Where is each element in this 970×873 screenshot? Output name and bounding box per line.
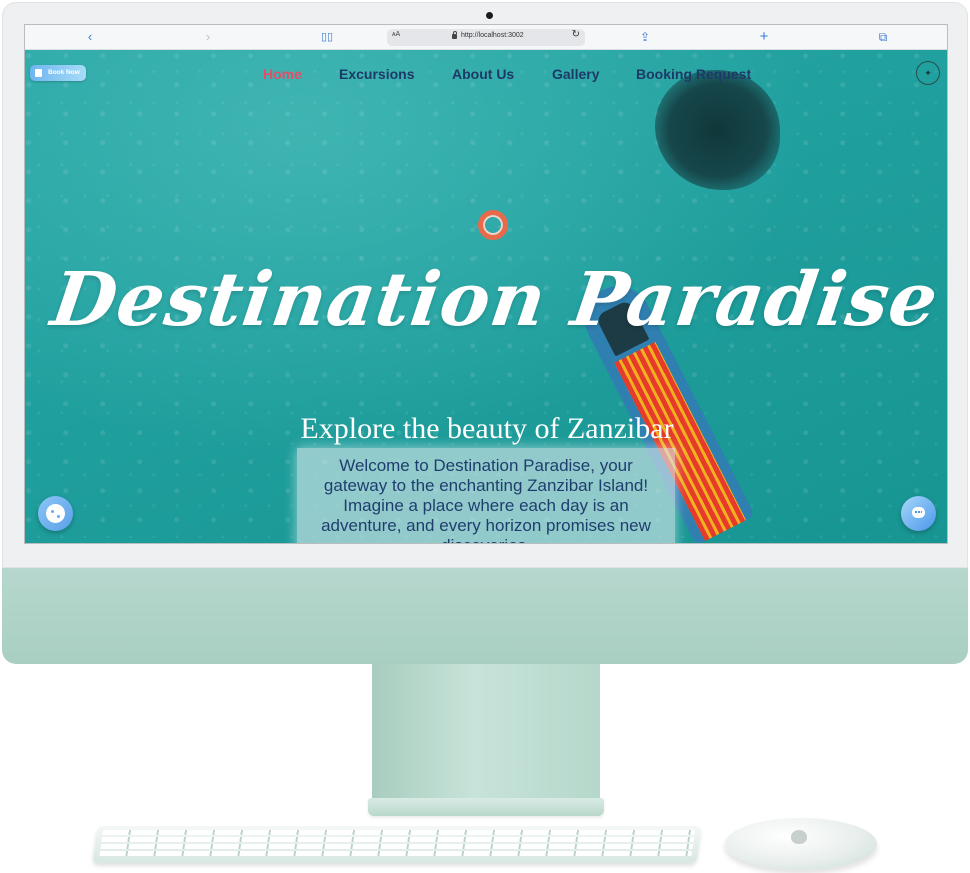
hero-section: Book Now Home Excursions About Us Galler… <box>25 50 947 543</box>
keyboard <box>92 826 702 863</box>
url-text[interactable]: http://localhost:3002 <box>461 32 524 39</box>
text-size-button[interactable]: ᴀA <box>392 31 400 38</box>
imac-mockup: ‹ › ▯▯ ᴀA http://localhost:3002 ↻ ⇪ + ⧉ <box>0 0 970 873</box>
plus-icon[interactable]: + <box>753 28 775 46</box>
browser-toolbar: ‹ › ▯▯ ᴀA http://localhost:3002 ↻ ⇪ + ⧉ <box>25 25 947 50</box>
chat-icon <box>912 507 925 518</box>
nav-about-us[interactable]: About Us <box>452 65 514 83</box>
address-bar[interactable]: ᴀA http://localhost:3002 ↻ <box>387 29 585 46</box>
key-row <box>101 837 695 842</box>
nav-gallery[interactable]: Gallery <box>552 65 599 83</box>
welcome-text: Welcome to Destination Paradise, your ga… <box>321 456 651 543</box>
book-icon[interactable]: ▯▯ <box>316 28 338 46</box>
key-row <box>102 830 696 835</box>
tabs-icon[interactable]: ⧉ <box>872 28 894 46</box>
share-icon[interactable]: ⇪ <box>634 28 656 46</box>
camera-dot <box>486 12 493 19</box>
imac-stand <box>372 664 600 800</box>
chevron-left-icon[interactable]: ‹ <box>79 28 101 46</box>
nav-booking-request[interactable]: Booking Request <box>636 65 751 83</box>
nav-excursions[interactable]: Excursions <box>339 65 414 83</box>
hero-subtitle: Explore the beauty of Zanzibar <box>300 412 674 445</box>
lock-icon <box>452 31 457 39</box>
apple-logo-icon <box>791 830 807 844</box>
key-row <box>99 851 693 856</box>
reload-icon[interactable]: ↻ <box>572 29 580 40</box>
main-nav: Home Excursions About Us Gallery Booking… <box>25 65 947 83</box>
cookie-settings-button[interactable] <box>38 496 73 531</box>
key-row <box>100 844 694 849</box>
mouse <box>725 818 877 870</box>
welcome-text-box: Welcome to Destination Paradise, your ga… <box>297 448 675 543</box>
cookie-icon <box>46 504 65 523</box>
screen: ‹ › ▯▯ ᴀA http://localhost:3002 ↻ ⇪ + ⧉ <box>24 24 948 544</box>
chevron-right-icon[interactable]: › <box>197 28 219 46</box>
imac-stand-foot <box>368 798 604 816</box>
life-buoy <box>478 210 508 240</box>
logo-icon[interactable]: ✦ <box>916 61 940 85</box>
nav-home[interactable]: Home <box>263 65 302 83</box>
chat-button[interactable] <box>901 496 936 531</box>
hero-title: Destination Paradise <box>46 257 944 343</box>
imac-chin <box>2 568 968 664</box>
reef-shadow <box>655 70 780 190</box>
